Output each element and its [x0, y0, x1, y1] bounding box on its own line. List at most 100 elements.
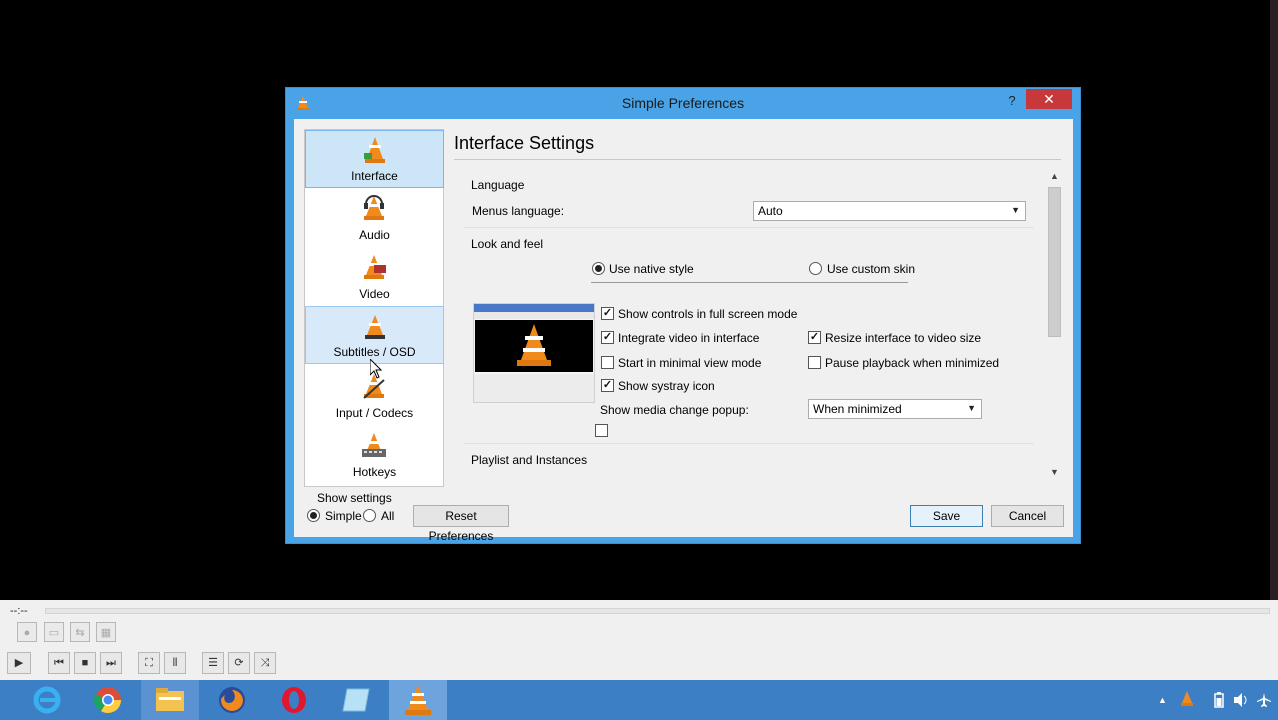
title-bar[interactable]: Simple Preferences ? ✕ — [286, 88, 1080, 118]
media-popup-value: When minimized — [813, 402, 902, 416]
settings-scroll-area: Language Menus language: Auto ▼ Look and… — [464, 169, 1062, 479]
scroll-up-icon[interactable]: ▲ — [1050, 171, 1059, 181]
loop-icon[interactable]: ⟳ — [228, 652, 250, 674]
title-divider — [454, 159, 1061, 160]
previous-icon[interactable]: ⏮ — [48, 652, 70, 674]
show-hidden-icons[interactable]: ▲ — [1158, 695, 1167, 705]
subtitles-cone-icon — [365, 315, 385, 339]
category-sidebar: Interface Audio Video Subtitles / OSD In… — [304, 129, 444, 487]
sidebar-item-hotkeys[interactable]: Hotkeys — [305, 425, 444, 483]
native-style-preview-image — [473, 303, 595, 403]
vlc-cone-icon — [517, 324, 551, 366]
vlc-tray-icon[interactable] — [1180, 691, 1194, 707]
scrollbar-thumb[interactable] — [1048, 187, 1061, 337]
reset-preferences-button[interactable]: Reset Preferences — [413, 505, 509, 543]
airplane-mode-icon[interactable] — [1256, 692, 1272, 708]
pause-minimized-checkbox[interactable] — [808, 356, 821, 369]
minimal-view-label: Start in minimal view mode — [618, 356, 762, 370]
media-popup-select[interactable]: When minimized ▼ — [808, 399, 982, 419]
playlist-icon[interactable]: ☰ — [202, 652, 224, 674]
dialog-client-area: Interface Audio Video Subtitles / OSD In… — [294, 119, 1073, 543]
integrate-video-label: Integrate video in interface — [618, 331, 760, 345]
resize-interface-label: Resize interface to video size — [825, 331, 982, 345]
chrome-icon[interactable] — [79, 680, 137, 720]
elapsed-time: --:-- — [10, 605, 28, 617]
internet-explorer-icon[interactable] — [18, 680, 76, 720]
mouse-cursor-icon — [370, 359, 382, 379]
resize-interface-checkbox[interactable]: ✓ — [808, 331, 821, 344]
pause-minimized-label: Pause playback when minimized — [825, 356, 1000, 370]
fullscreen-icon[interactable]: ⛶ — [138, 652, 160, 674]
fullscreen-controls-checkbox[interactable]: ✓ — [601, 307, 614, 320]
menus-language-select[interactable]: Auto ▼ — [753, 201, 1026, 221]
next-icon[interactable]: ⏭ — [100, 652, 122, 674]
language-group-label: Language — [471, 178, 525, 192]
sidebar-item-interface[interactable]: Interface — [305, 130, 444, 188]
minimal-view-checkbox[interactable] — [601, 356, 614, 369]
hotkeys-cone-icon — [362, 433, 386, 457]
video-cone-icon — [364, 255, 386, 279]
menus-language-label: Menus language: — [472, 204, 565, 218]
show-settings-label: Show settings — [317, 491, 392, 505]
sidebar-item-label: Hotkeys — [352, 465, 397, 479]
look-and-feel-group-label: Look and feel — [471, 237, 544, 251]
sidebar-item-label: Video — [359, 287, 390, 301]
chevron-down-icon: ▼ — [1011, 205, 1020, 215]
help-button[interactable]: ? — [1002, 91, 1022, 111]
custom-skin-radio[interactable] — [809, 262, 822, 275]
fullscreen-controls-checkbox[interactable] — [595, 424, 608, 437]
playlist-group-label: Playlist and Instances — [471, 453, 588, 467]
opera-icon[interactable] — [265, 680, 323, 720]
cancel-button[interactable]: Cancel — [991, 505, 1064, 527]
custom-skin-label: Use custom skin — [827, 262, 916, 276]
shuffle-icon[interactable]: ⤨ — [254, 652, 276, 674]
loop-ab-icon[interactable]: ⇆ — [70, 622, 90, 642]
integrate-video-checkbox[interactable]: ✓ — [601, 331, 614, 344]
scroll-down-icon[interactable]: ▼ — [1050, 467, 1059, 477]
windows-taskbar: ▲ — [0, 680, 1278, 720]
snapshot-icon[interactable]: ▭ — [44, 622, 64, 642]
systray-icon-label: Show systray icon — [618, 379, 715, 393]
vlc-taskbar-icon[interactable] — [389, 680, 447, 720]
frame-step-icon[interactable]: ▦ — [96, 622, 116, 642]
interface-cone-icon — [364, 137, 385, 163]
firefox-icon[interactable] — [203, 680, 261, 720]
page-title: Interface Settings — [454, 133, 595, 153]
desktop-screen: Simple Preferences ? ✕ Interface Audio V… — [0, 0, 1278, 720]
record-icon[interactable]: ● — [17, 622, 37, 642]
battery-icon[interactable] — [1214, 692, 1224, 708]
sidebar-item-subtitles[interactable]: Subtitles / OSD — [305, 306, 444, 364]
all-settings-label: All — [381, 509, 395, 523]
play-icon[interactable]: ▶ — [7, 652, 31, 674]
simple-settings-radio[interactable] — [307, 509, 320, 522]
all-settings-radio[interactable] — [363, 509, 376, 522]
seek-bar[interactable] — [45, 608, 1270, 614]
media-popup-label: Show media change popup: — [600, 403, 749, 417]
dialog-title: Simple Preferences — [621, 95, 745, 111]
preferences-dialog: Simple Preferences ? ✕ Interface Audio V… — [285, 87, 1081, 544]
settings-scrollbar[interactable]: ▲ ▼ — [1046, 169, 1062, 479]
app-glass-icon[interactable] — [327, 680, 385, 720]
native-style-label: Use native style — [609, 262, 694, 276]
vlc-player-controls: --:-- ● ▭ ⇆ ▦ ▶ ⏮ ■ ⏭ ⛶ ⦀ ☰ ⟳ ⤨ — [0, 600, 1278, 680]
systray-icon-checkbox[interactable]: ✓ — [601, 379, 614, 392]
extended-settings-icon[interactable]: ⦀ — [164, 652, 186, 674]
audio-cone-icon — [364, 195, 384, 220]
file-explorer-icon[interactable] — [141, 680, 199, 720]
save-button[interactable]: Save — [910, 505, 983, 527]
background-window-edge — [1270, 0, 1278, 600]
sidebar-item-label: Input / Codecs — [335, 406, 414, 420]
native-style-radio[interactable] — [592, 262, 605, 275]
volume-icon[interactable] — [1233, 692, 1249, 708]
sidebar-item-label: Subtitles / OSD — [333, 345, 416, 359]
close-button[interactable]: ✕ — [1026, 89, 1072, 109]
sidebar-item-video[interactable]: Video — [305, 247, 444, 305]
group-divider — [464, 443, 1034, 444]
menus-language-value: Auto — [758, 204, 783, 218]
simple-settings-label: Simple — [325, 509, 362, 523]
group-divider — [464, 227, 1034, 228]
stop-icon[interactable]: ■ — [74, 652, 96, 674]
sidebar-item-audio[interactable]: Audio — [305, 188, 444, 246]
style-divider — [591, 282, 908, 283]
sidebar-item-label: Interface — [351, 169, 398, 183]
